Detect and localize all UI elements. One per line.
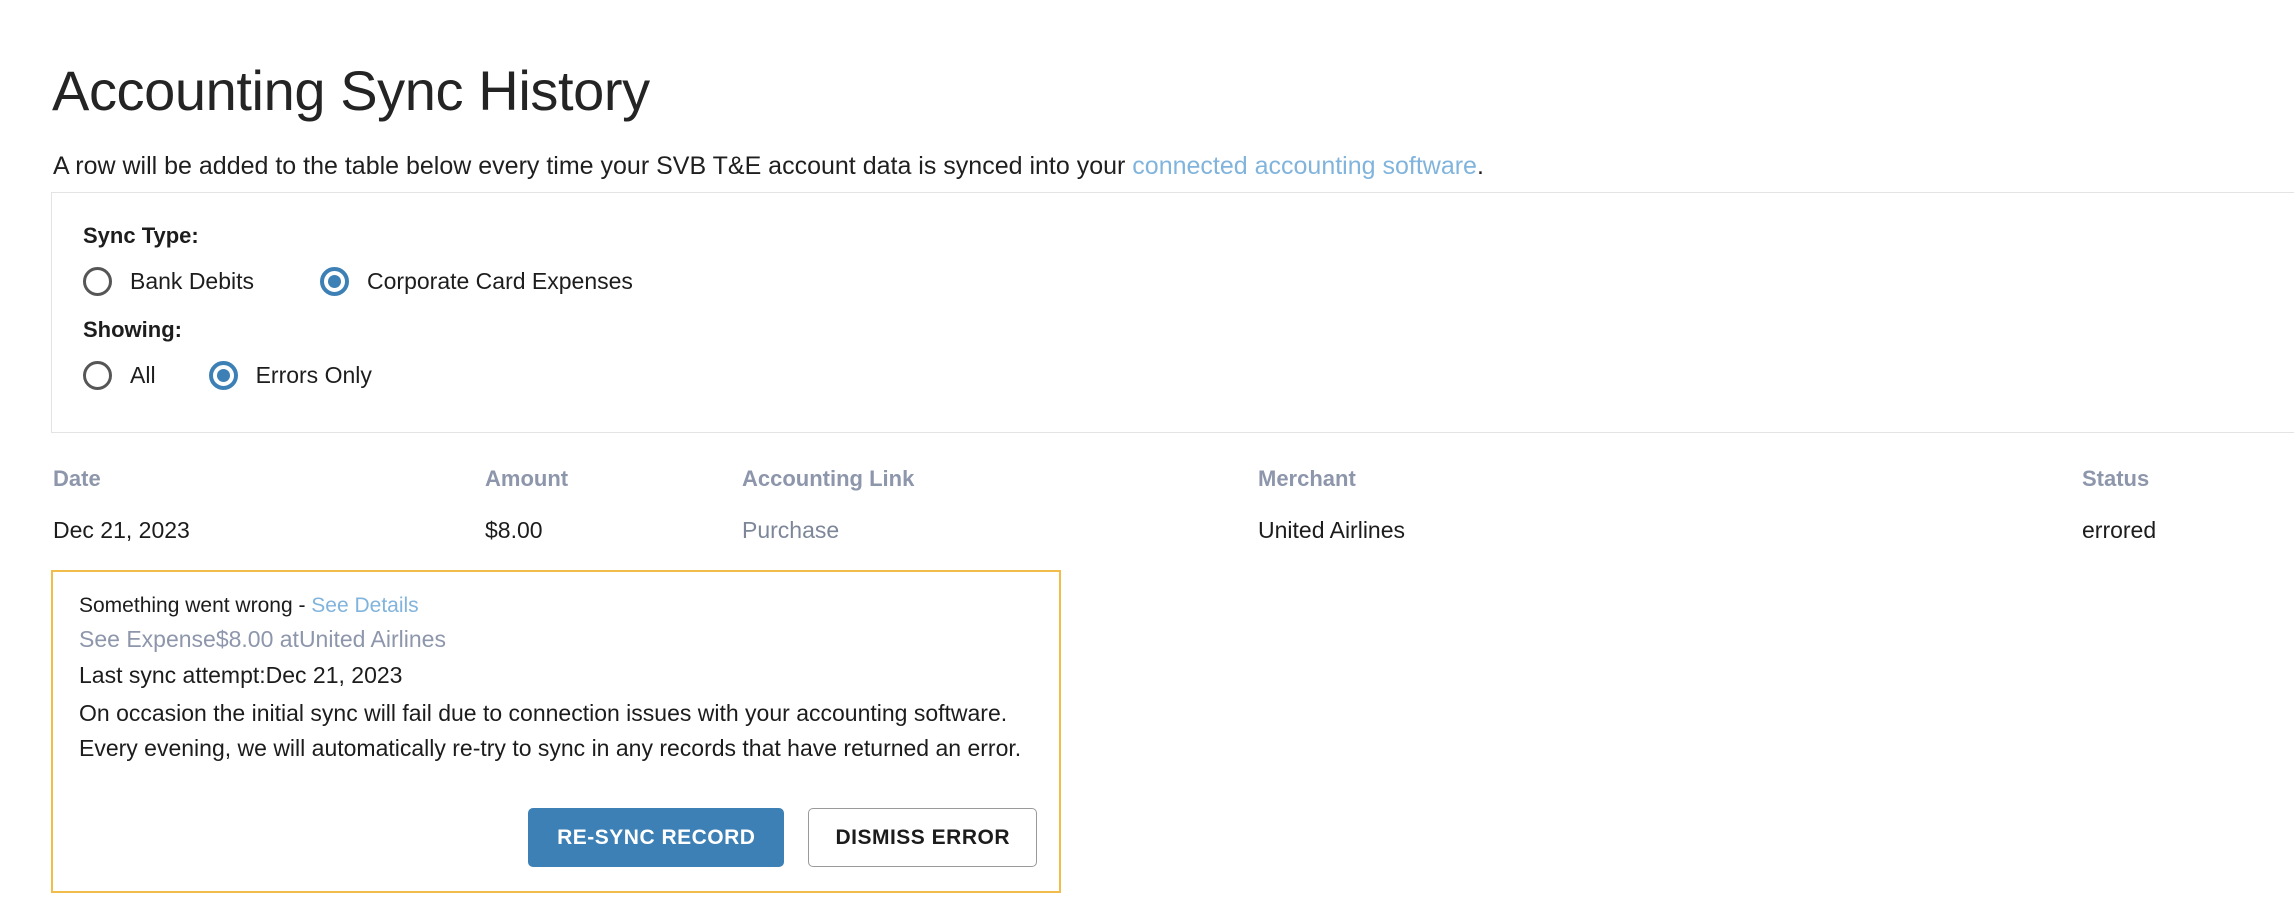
table-row-cell-status: errored	[2082, 517, 2157, 543]
radio-errors-only[interactable]: Errors Only	[208, 361, 372, 390]
sync-type-label: Sync Type:	[83, 223, 199, 248]
radio-errors-only-label: Errors Only	[255, 362, 372, 388]
radio-bank-debits[interactable]: Bank Debits	[83, 267, 254, 296]
radio-circle-icon	[83, 361, 112, 390]
radio-all[interactable]: All	[83, 361, 156, 390]
re-sync-record-button[interactable]: RE-SYNC RECORD	[528, 808, 785, 867]
radio-corporate-card-expenses[interactable]: Corporate Card Expenses	[320, 267, 633, 296]
accounting-sync-history-page: Accounting Sync History A row will be ad…	[0, 0, 2294, 912]
showing-radio-group: All Errors Only	[83, 361, 372, 390]
error-callout: Something went wrong - See Details See E…	[51, 570, 1061, 893]
last-sync-attempt: Last sync attempt:Dec 21, 2023	[79, 662, 403, 689]
column-header-date[interactable]: Date	[53, 466, 101, 492]
column-header-merchant[interactable]: Merchant	[1258, 466, 1356, 492]
column-header-accounting-link[interactable]: Accounting Link	[742, 466, 914, 492]
column-header-status[interactable]: Status	[2082, 466, 2149, 492]
column-header-amount[interactable]: Amount	[485, 466, 568, 492]
radio-corporate-card-expenses-label: Corporate Card Expenses	[367, 268, 633, 294]
dismiss-error-button[interactable]: DISMISS ERROR	[808, 808, 1037, 867]
page-subtitle: A row will be added to the table below e…	[53, 150, 1484, 183]
radio-bank-debits-label: Bank Debits	[130, 268, 255, 294]
radio-all-label: All	[130, 362, 156, 388]
table-row-cell-accounting-link[interactable]: Purchase	[742, 517, 839, 544]
error-callout-body: Something went wrong - See Details See E…	[53, 572, 1059, 766]
connected-accounting-software-link[interactable]: connected accounting software	[1132, 152, 1477, 180]
radio-circle-icon	[83, 267, 112, 296]
table-row-cell-amount: $8.00	[485, 517, 543, 543]
table-row-cell-merchant: United Airlines	[1258, 517, 1406, 543]
showing-label: Showing:	[83, 317, 182, 342]
subtitle-text-before: A row will be added to the table below e…	[53, 152, 1133, 180]
page-title: Accounting Sync History	[52, 58, 650, 122]
error-description: On occasion the initial sync will fail d…	[79, 699, 1022, 761]
sync-type-radio-group: Bank Debits Corporate Card Expenses	[83, 267, 633, 296]
see-details-link[interactable]: See Details	[311, 594, 418, 617]
error-headline: Something went wrong - See Details	[79, 591, 1033, 621]
filter-panel: Sync Type: Bank Debits Corporate Card Ex…	[51, 192, 2294, 433]
see-expense-link[interactable]: See Expense$8.00 atUnited Airlines	[79, 623, 1033, 656]
radio-circle-selected-icon	[320, 267, 350, 296]
error-callout-actions: RE-SYNC RECORD DISMISS ERROR	[53, 808, 1059, 867]
error-headline-text: Something went wrong -	[79, 594, 312, 617]
subtitle-text-after: .	[1476, 152, 1484, 180]
table-row-cell-date: Dec 21, 2023	[53, 517, 190, 543]
radio-circle-selected-icon	[208, 361, 238, 390]
